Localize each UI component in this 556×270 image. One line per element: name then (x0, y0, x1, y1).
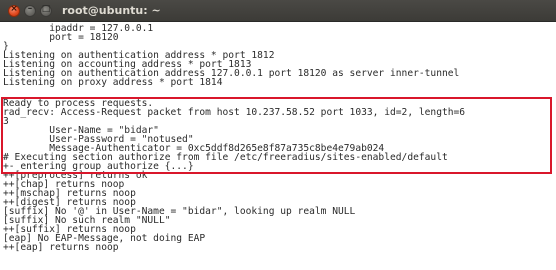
close-icon: × (10, 4, 18, 14)
terminal-output[interactable]: ipaddr = 127.0.0.1 port = 18120 } Listen… (0, 22, 556, 270)
minimize-button[interactable]: – (24, 4, 36, 17)
terminal-line: port = 18120 (3, 32, 119, 43)
terminal-line: rad_recv: Access-Request packet from hos… (3, 107, 466, 118)
maximize-icon: □ (41, 4, 51, 14)
maximize-button[interactable]: □ (40, 4, 52, 17)
minimize-icon: – (27, 4, 33, 14)
window-title: root@ubuntu: ~ (62, 4, 161, 17)
close-button[interactable]: × (8, 4, 20, 17)
terminal-line: Listening on proxy address * port 1814 (3, 77, 223, 88)
terminal-window: × – □ root@ubuntu: ~ ipaddr = 127.0.0.1 … (0, 0, 556, 270)
terminal-line: ++[eap] returns noop (3, 242, 119, 253)
title-bar[interactable]: × – □ root@ubuntu: ~ (0, 0, 556, 22)
